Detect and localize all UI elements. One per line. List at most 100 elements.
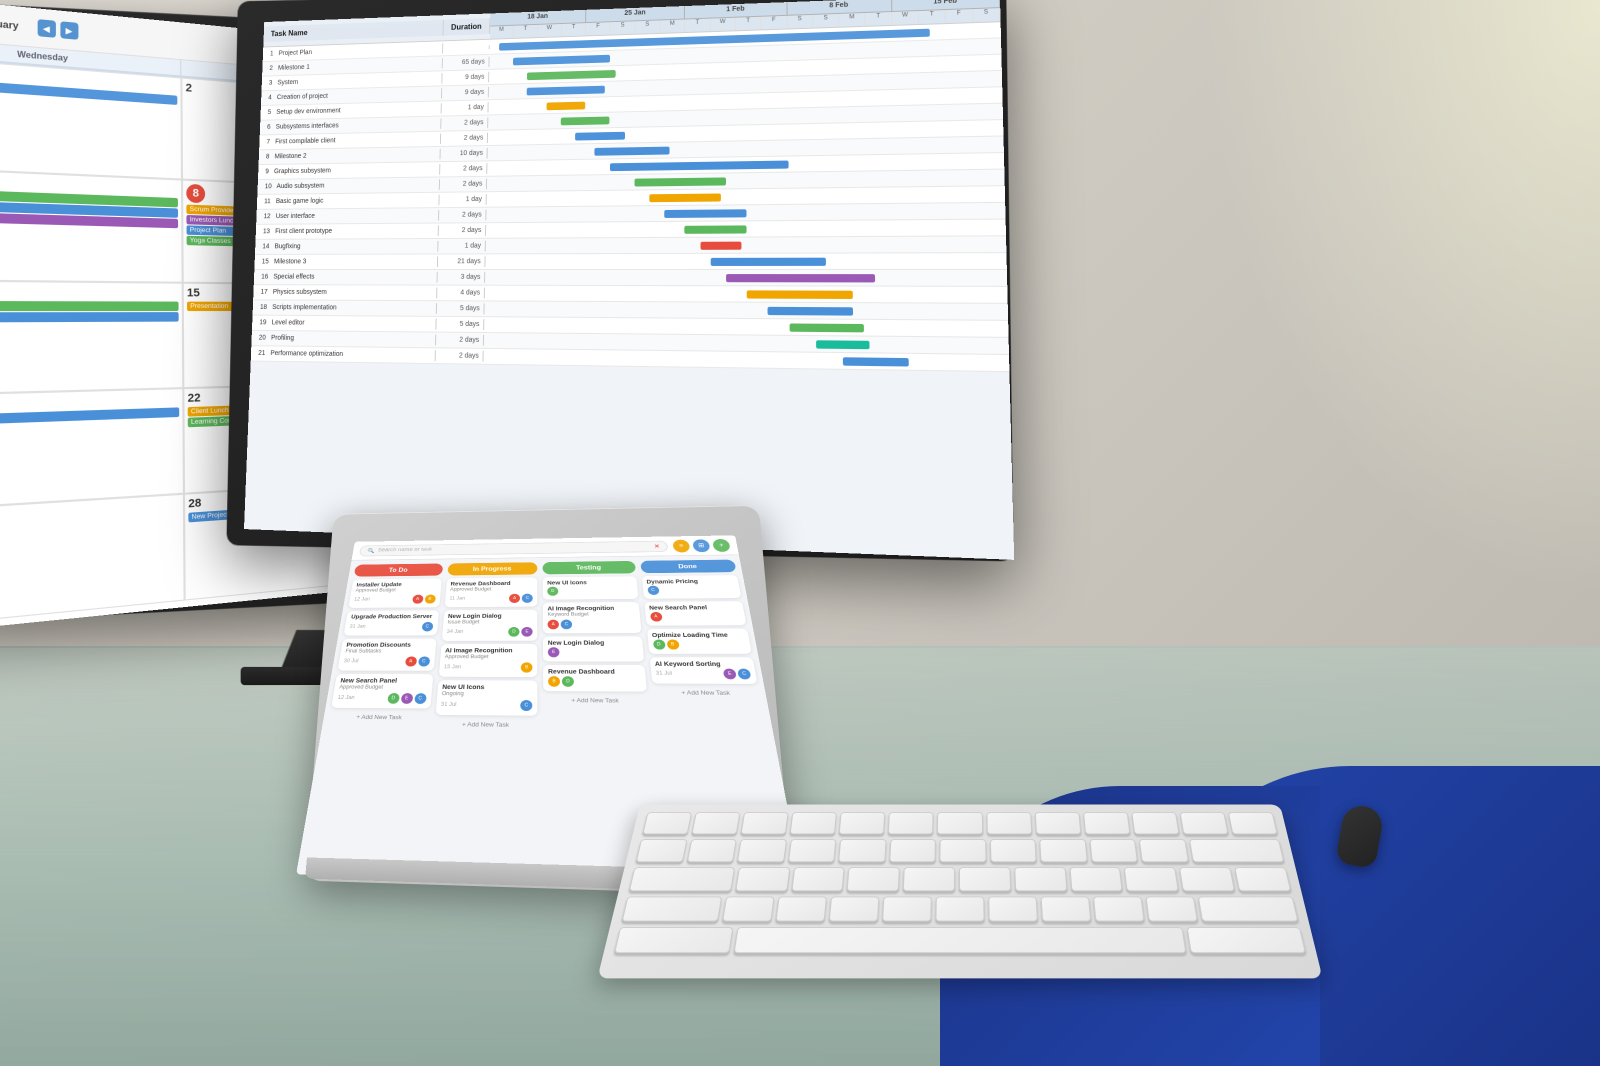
kanban-card[interactable]: New Search Panel Approved Budget 12 Jan … — [331, 674, 433, 709]
task-name: 6 Subsystems interfaces — [260, 118, 442, 132]
calendar-nav-next[interactable]: ▶ — [60, 21, 78, 40]
card-subtitle: Final Subtasks — [345, 649, 431, 654]
card-title: AI Image Recognition — [445, 648, 533, 654]
gantt-bar — [561, 117, 610, 126]
card-footer: 31 Jul E C — [655, 669, 751, 680]
card-title: New Login Dialog — [548, 640, 638, 646]
task-duration: 2 days — [441, 117, 488, 128]
close-icon[interactable]: ✕ — [654, 543, 660, 549]
add-task-todo[interactable]: + Add New Task — [329, 711, 430, 724]
key[interactable] — [691, 812, 740, 834]
key[interactable] — [722, 896, 775, 921]
avatar: B — [521, 662, 533, 672]
gantt-bar — [747, 290, 853, 299]
gantt-wd: S — [973, 8, 1001, 23]
gantt-wd: W — [892, 11, 919, 25]
key[interactable] — [686, 839, 737, 862]
key[interactable] — [847, 867, 900, 891]
add-task-done[interactable]: + Add New Task — [652, 687, 760, 699]
cal-cell-21[interactable]: 21 Order Prints — [0, 388, 184, 512]
kanban-card[interactable]: Revenue Dashboard Approved Budget 11 Jan… — [444, 577, 537, 607]
kanban-view-icon[interactable]: ⊞ — [692, 539, 710, 552]
kanban-card[interactable]: Upgrade Production Server 31 Jan C — [344, 610, 439, 635]
kanban-card[interactable]: Dynamic Pricing C — [641, 575, 741, 599]
kanban-add-icon[interactable]: + — [712, 539, 731, 552]
card-footer: A C — [548, 619, 636, 629]
gantt-wd: F — [586, 22, 611, 36]
cal-cell-7[interactable]: 7 Server Maintenance New Interface Exper… — [0, 167, 183, 283]
key[interactable] — [775, 896, 827, 921]
card-footer: 30 Jul A C — [343, 656, 430, 666]
kanban-card[interactable]: AI Keyword Sorting 31 Jul E C — [649, 657, 757, 684]
card-avatars: A C — [548, 620, 573, 630]
search-icon: 🔍 — [367, 548, 375, 554]
table-row[interactable]: 16 Special effects 3 days — [254, 270, 1008, 287]
gantt-bar — [816, 340, 870, 349]
avatar: D — [508, 627, 519, 637]
kanban-card[interactable]: AI Image Recognition Approved Budget 15 … — [438, 644, 537, 677]
key[interactable] — [790, 812, 837, 834]
avatar: B — [666, 640, 679, 650]
cal-cell-14[interactable]: 14 Server Maintenance New Interface — [0, 280, 183, 395]
key[interactable] — [642, 812, 692, 834]
avatar: D — [387, 693, 400, 704]
key[interactable] — [737, 839, 787, 862]
gantt-bar — [634, 177, 726, 186]
card-title: New UI Icons — [442, 685, 532, 692]
calendar-nav-prev[interactable]: ◀ — [37, 19, 55, 38]
kanban-card[interactable]: Installer Update Approved Budget 12 Jan … — [348, 578, 441, 608]
card-footer: B D — [548, 676, 641, 687]
kanban-card[interactable]: Promotion Discounts Final Subtasks 30 Ju… — [338, 639, 436, 671]
key[interactable] — [838, 839, 886, 862]
kanban-card[interactable]: New Login Dialog Issue Budget 34 Jan D E — [441, 610, 537, 641]
gantt-wd: M — [660, 19, 685, 33]
key-caps[interactable] — [622, 896, 723, 921]
gantt-task-col-header: Task Name — [263, 20, 443, 42]
add-task-inprogress[interactable]: + Add New Task — [434, 719, 538, 732]
key[interactable] — [839, 812, 886, 834]
gantt-bar — [726, 274, 875, 282]
key[interactable] — [788, 839, 837, 862]
table-row[interactable]: 15 Milestone 3 21 days — [254, 253, 1007, 270]
task-duration: 5 days — [437, 303, 485, 314]
calendar-title: January — [0, 17, 19, 32]
avatar: D — [562, 676, 574, 687]
kanban-card[interactable]: New Search Panel A — [644, 601, 747, 626]
card-footer: E — [548, 647, 639, 657]
kanban-card[interactable]: New UI Icons Ongoing 31 Jul C — [435, 680, 537, 716]
card-title: Upgrade Production Server — [351, 614, 434, 620]
table-row[interactable]: 14 Bugfixing 1 day — [255, 236, 1006, 255]
key[interactable] — [741, 812, 789, 834]
kanban-search-bar[interactable]: 🔍 Search name or task ✕ — [359, 540, 668, 556]
key-tab[interactable] — [629, 867, 735, 891]
card-avatars: D E C — [387, 693, 427, 704]
card-footer: 12 Jan D E C — [337, 693, 427, 704]
task-duration: 9 days — [442, 72, 489, 84]
kanban-card[interactable]: New UI Icons D — [543, 576, 638, 599]
task-name: 15 Milestone 3 — [254, 256, 438, 267]
key[interactable] — [791, 867, 845, 891]
gantt-wd: T — [514, 24, 538, 38]
key[interactable] — [829, 896, 880, 921]
kanban-filter-icon[interactable]: ≡ — [672, 539, 690, 552]
add-task-testing[interactable]: + Add New Task — [543, 695, 648, 708]
cal-cell-27[interactable]: 27 Con We on — [0, 494, 185, 631]
task-duration: 10 days — [440, 148, 487, 159]
key[interactable] — [735, 867, 790, 891]
card-subtitle: Approved Budget — [450, 587, 533, 592]
kanban-card[interactable]: Revenue Dashboard B D — [543, 665, 646, 692]
key[interactable] — [636, 839, 687, 862]
gantt-wd: T — [685, 18, 710, 32]
key-shift-left[interactable] — [614, 927, 733, 953]
card-avatars: A C — [509, 594, 533, 603]
gantt-bar-area — [485, 253, 1007, 269]
card-title: Optimize Loading Time — [652, 633, 744, 639]
calendar-nav[interactable]: ◀ ▶ — [37, 19, 78, 40]
kanban-card[interactable]: Optimize Loading Time D B — [646, 628, 751, 653]
card-date: 31 Jan — [349, 625, 366, 630]
kanban-card[interactable]: AI Image Recognition Keyword Budget A C — [543, 602, 641, 633]
col-header-done: Done — [640, 560, 737, 574]
card-title: Revenue Dashboard — [548, 669, 640, 675]
avatar: A — [509, 594, 520, 603]
kanban-card[interactable]: New Login Dialog E — [543, 636, 644, 661]
